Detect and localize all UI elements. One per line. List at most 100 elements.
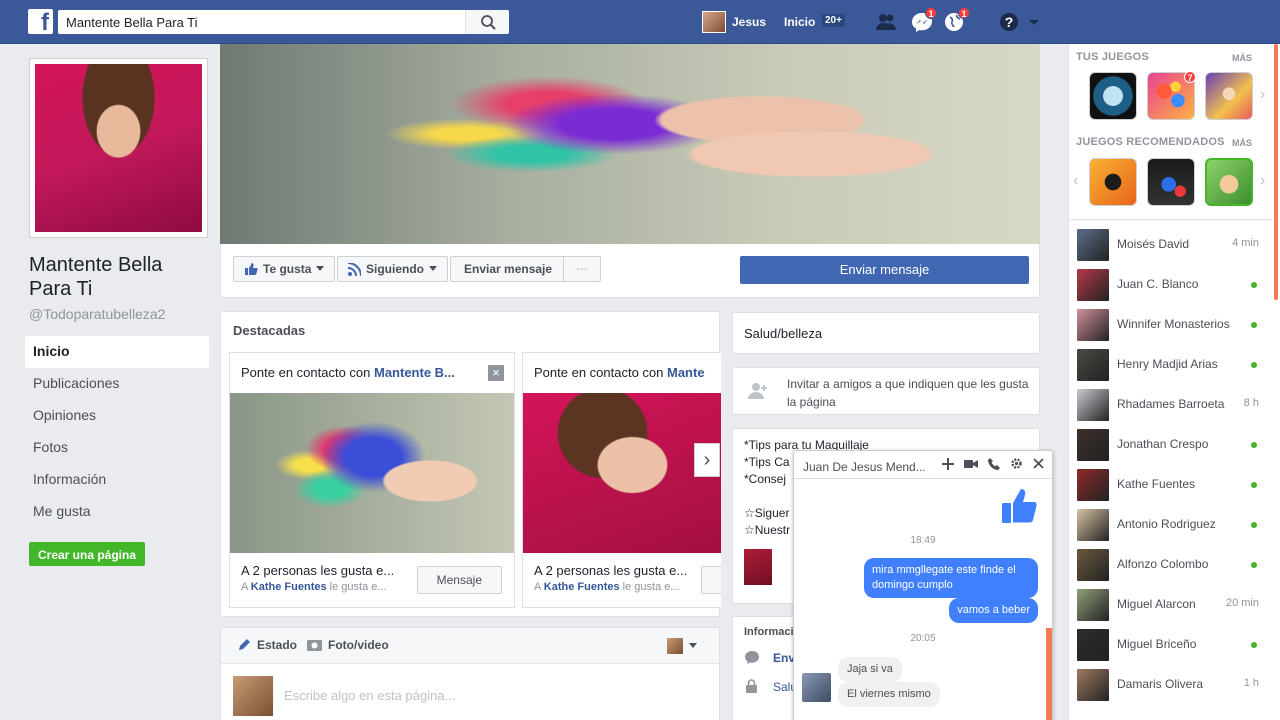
chat-message-received: El viernes mismo (838, 682, 940, 707)
svg-text:?: ? (1005, 14, 1014, 30)
search-input[interactable] (58, 10, 464, 34)
contact-avatar (1077, 269, 1109, 301)
info-send-link[interactable]: Env (773, 651, 795, 665)
chat-contact-item[interactable]: Winnifer Monasterios (1069, 305, 1273, 345)
create-page-button[interactable]: Crear una página (29, 542, 145, 566)
chat-header[interactable]: Juan De Jesus Mend... (794, 451, 1052, 479)
game-icon-shield[interactable] (1089, 72, 1137, 120)
sidebar-scrollbar[interactable] (1274, 44, 1278, 300)
pencil-icon (239, 639, 250, 650)
your-games-more-link[interactable]: MÁS (1232, 53, 1252, 63)
invite-friends-box[interactable]: Invitar a amigos a que indiquen que les … (732, 367, 1040, 415)
video-call-icon[interactable] (964, 458, 978, 470)
recommended-games-more-link[interactable]: MÁS (1232, 138, 1252, 148)
right-sidebar: TUS JUEGOS MÁS 7 › JUEGOS RECOMENDADOS M… (1068, 44, 1280, 720)
contact-avatar (1077, 429, 1109, 461)
search-button[interactable] (465, 10, 509, 34)
tab-status[interactable]: Estado (237, 638, 297, 652)
cover-photo[interactable] (220, 44, 1040, 244)
nav-item-fotos[interactable]: Fotos (25, 432, 209, 464)
tab-photo-video[interactable]: Foto/video (307, 638, 389, 652)
profile-photo-image (35, 64, 202, 232)
close-icon[interactable]: × (488, 365, 504, 381)
friend-name-link[interactable]: Kathe Fuentes (544, 581, 620, 593)
home-link[interactable]: Inicio (784, 15, 815, 29)
chat-contact-item[interactable]: Jonathan Crespo (1069, 425, 1273, 465)
featured-section: Destacadas Ponte en contacto con Mantent… (220, 311, 721, 617)
chat-contact-item[interactable]: Henry Madjid Arias (1069, 345, 1273, 385)
featured-card-image[interactable] (523, 393, 721, 553)
close-icon[interactable] (1033, 458, 1044, 469)
chevron-down-icon (689, 643, 697, 648)
message-button[interactable] (701, 566, 721, 594)
like-page-button[interactable]: Te gusta (233, 256, 336, 282)
phone-icon[interactable] (988, 457, 1000, 470)
post-composer: Estado Foto/video Escribe algo en esta p… (220, 627, 720, 720)
chevron-right-icon[interactable]: › (694, 443, 720, 477)
messages-badge: 1 (925, 7, 937, 19)
featured-card-image[interactable] (230, 393, 514, 553)
featured-card-page-link[interactable]: Mante (667, 365, 705, 380)
chevron-right-icon[interactable]: › (1260, 86, 1265, 104)
chevron-right-icon[interactable]: › (1260, 172, 1265, 190)
game-icon-stickman[interactable] (1147, 158, 1195, 206)
composer-input[interactable]: Escribe algo en esta página... (284, 688, 455, 703)
notifications-globe-icon[interactable]: 1 (943, 7, 970, 33)
nav-item-informacion[interactable]: Información (25, 464, 209, 496)
facebook-logo-icon[interactable]: f (28, 9, 53, 34)
nav-item-publicaciones[interactable]: Publicaciones (25, 368, 209, 400)
page-handle[interactable]: @Todoparatubelleza2 (29, 306, 165, 322)
chat-contact-item[interactable]: Moisés David 4 min (1069, 225, 1273, 265)
chevron-left-icon[interactable]: ‹ (1073, 172, 1078, 190)
description-thumbnail[interactable] (744, 549, 772, 585)
chat-scrollbar[interactable] (1046, 628, 1052, 720)
profile-link[interactable]: Jesus (702, 11, 766, 33)
camera-icon (307, 640, 322, 651)
featured-card-heading: Ponte en contacto con Mante (534, 365, 705, 380)
featured-card-text: A 2 personas les gusta e... (534, 563, 688, 578)
primary-send-message-button[interactable]: Enviar mensaje (740, 256, 1029, 284)
game-icon-fantasy[interactable] (1205, 72, 1253, 120)
message-bubble-icon (745, 651, 759, 664)
featured-card-page-link[interactable]: Mantente B... (374, 365, 455, 380)
contact-name: Antonio Rodriguez (1117, 517, 1216, 531)
help-icon[interactable]: ? (998, 11, 1022, 33)
chat-message-sent: vamos a beber (949, 598, 1038, 623)
game-icon-candy[interactable]: 7 (1147, 71, 1196, 120)
chat-contact-item[interactable]: Miguel Briceño (1069, 625, 1273, 665)
gear-icon[interactable] (1010, 457, 1023, 470)
messages-icon[interactable]: 1 (910, 7, 937, 33)
following-button[interactable]: Siguiendo (337, 256, 448, 282)
add-icon[interactable] (942, 457, 954, 470)
send-message-button[interactable]: Enviar mensaje (450, 256, 567, 282)
chat-contact-item[interactable]: Damaris Olivera 1 h (1069, 665, 1273, 705)
message-button[interactable]: Mensaje (416, 566, 502, 594)
page-title[interactable]: Mantente Bella Para Ti (29, 253, 209, 301)
more-options-button[interactable]: ··· (563, 256, 601, 282)
page-category[interactable]: Salud/belleza (732, 312, 1040, 354)
nav-item-opiniones[interactable]: Opiniones (25, 400, 209, 432)
friend-name-link[interactable]: Kathe Fuentes (251, 581, 327, 593)
online-status-icon (1251, 322, 1257, 328)
game-icon-fighter[interactable] (1089, 158, 1137, 206)
chat-contact-item[interactable]: Antonio Rodriguez (1069, 505, 1273, 545)
friend-requests-icon[interactable] (874, 11, 898, 33)
game-icon-fist[interactable] (1205, 158, 1253, 206)
contact-avatar (1077, 589, 1109, 621)
chat-contact-item[interactable]: Alfonzo Colombo (1069, 545, 1273, 585)
lock-icon (746, 679, 757, 693)
chat-contact-name[interactable]: Juan De Jesus Mend... (803, 460, 931, 474)
chat-window[interactable]: Juan De Jesus Mend... 18:49 mira mmglleg… (793, 450, 1053, 720)
chat-contact-item[interactable]: Miguel Alarcon 20 min (1069, 585, 1273, 625)
info-title: Informaci (744, 626, 794, 638)
online-status-icon (1251, 482, 1257, 488)
account-menu-chevron-icon[interactable] (1026, 11, 1050, 33)
chat-contact-item[interactable]: Kathe Fuentes (1069, 465, 1273, 505)
chat-contact-item[interactable]: Juan C. Blanco (1069, 265, 1273, 305)
chat-contact-item[interactable]: Rhadames Barroeta 8 h (1069, 385, 1273, 425)
nav-item-me-gusta[interactable]: Me gusta (25, 496, 209, 528)
nav-item-inicio[interactable]: Inicio (25, 336, 209, 368)
featured-card-subtext: A Kathe Fuentes le gusta e... (534, 581, 680, 593)
post-as-selector[interactable] (667, 638, 697, 654)
profile-picture[interactable] (29, 58, 208, 238)
